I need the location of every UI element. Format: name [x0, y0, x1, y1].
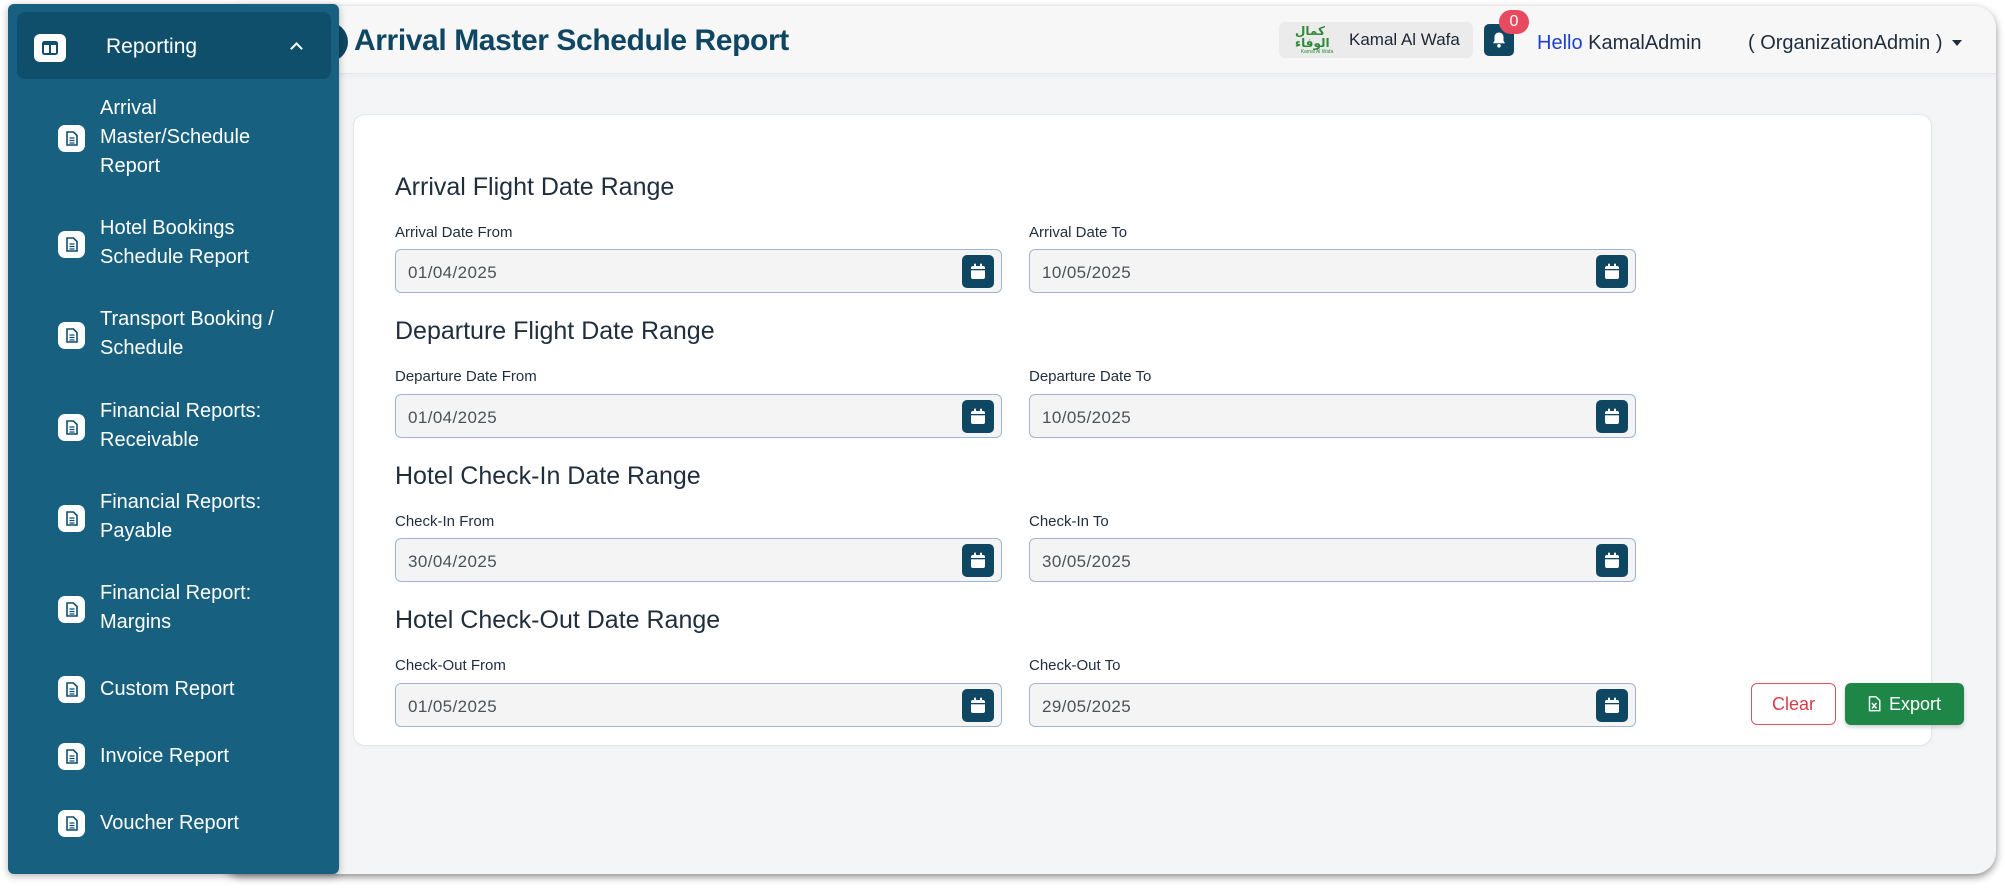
calendar-icon	[971, 408, 985, 424]
calendar-icon	[1605, 263, 1619, 279]
departure-to-input[interactable]: 10/05/2025	[1029, 394, 1636, 438]
organization-name: Kamal Al Wafa	[1349, 30, 1460, 49]
report-section-icon	[34, 34, 66, 62]
sidebar-item-arrival-master-schedule-report[interactable]: Arrival Master/Schedule Report	[8, 94, 339, 184]
caret-down-icon[interactable]	[1952, 40, 1962, 46]
checkout-from-calendar-button[interactable]	[962, 689, 994, 722]
checkout-to-label: Check-Out To	[1029, 657, 1121, 674]
checkin-to-input[interactable]: 30/05/2025	[1029, 538, 1636, 582]
user-role-dropdown[interactable]: ( OrganizationAdmin )	[1748, 32, 1943, 55]
sidebar-item-label: Invoice Report	[100, 745, 229, 767]
calendar-icon	[971, 552, 985, 568]
clear-button[interactable]: Clear	[1751, 683, 1836, 725]
document-icon	[58, 125, 85, 152]
checkin-from-input[interactable]: 30/04/2025	[395, 538, 1002, 582]
checkout-to-calendar-button[interactable]	[1596, 689, 1628, 722]
document-icon	[58, 810, 85, 837]
bell-icon	[1493, 32, 1505, 48]
departure-to-value: 10/05/2025	[1042, 408, 1132, 427]
organization-logo-subtext: Kamal Al Wafa	[1300, 49, 1334, 55]
sidebar-item-label: Financial Reports: Payable	[100, 491, 262, 542]
export-button[interactable]: Export	[1845, 683, 1964, 725]
calendar-icon	[1605, 697, 1619, 713]
organization-chip[interactable]: كمال الوفاء Kamal Al Wafa Kamal Al Wafa	[1279, 22, 1473, 58]
sidebar-item-label: Transport Booking / Schedule	[100, 308, 274, 359]
departure-to-calendar-button[interactable]	[1596, 400, 1628, 433]
excel-file-icon	[1868, 696, 1881, 712]
user-greeting: Hello KamalAdmin	[1537, 32, 1702, 55]
report-filter-card: Arrival Flight Date Range Arrival Date F…	[353, 114, 1964, 746]
username: KamalAdmin	[1588, 32, 1702, 54]
sidebar-item-financial-reports-payable[interactable]: Financial Reports: Payable	[8, 488, 339, 548]
sidebar-item-hotel-bookings-schedule-report[interactable]: Hotel Bookings Schedule Report	[8, 214, 339, 274]
calendar-icon	[1605, 552, 1619, 568]
departure-from-calendar-button[interactable]	[962, 400, 994, 433]
checkout-to-value: 29/05/2025	[1042, 697, 1132, 716]
arrival-from-label: Arrival Date From	[395, 224, 513, 241]
arrival-section-title: Arrival Flight Date Range	[395, 173, 675, 201]
arrival-to-input[interactable]: 10/05/2025	[1029, 249, 1636, 293]
checkin-to-value: 30/05/2025	[1042, 552, 1132, 571]
checkin-from-label: Check-In From	[395, 513, 495, 530]
sidebar-item-voucher-report[interactable]: Voucher Report	[8, 804, 339, 844]
sidebar-item-label: Arrival Master/Schedule Report	[100, 97, 251, 177]
checkin-from-calendar-button[interactable]	[962, 544, 994, 577]
organization-logo: كمال الوفاء Kamal Al Wafa	[1295, 24, 1339, 55]
checkin-from-value: 30/04/2025	[408, 552, 498, 571]
sidebar-section-label: Reporting	[106, 35, 198, 58]
document-icon	[58, 676, 85, 703]
document-icon	[58, 743, 85, 770]
document-icon	[58, 322, 85, 349]
organization-logo-arabic: كمال الوفاء	[1295, 24, 1330, 50]
main-panel: Arrival Master Schedule Report كمال الوف…	[220, 6, 1996, 874]
sidebar: Reporting Arrival Master/Schedule Report…	[8, 4, 339, 874]
notification-count-badge: 0	[1499, 10, 1529, 34]
document-icon	[58, 505, 85, 532]
arrival-to-calendar-button[interactable]	[1596, 255, 1628, 288]
arrival-to-value: 10/05/2025	[1042, 263, 1132, 282]
sidebar-item-label: Financial Reports: Receivable	[100, 400, 262, 451]
app-root: Arrival Master Schedule Report كمال الوف…	[0, 0, 2005, 889]
sidebar-item-transport-booking-schedule[interactable]: Transport Booking / Schedule	[8, 305, 339, 365]
checkout-to-input[interactable]: 29/05/2025	[1029, 683, 1636, 727]
greeting-word: Hello	[1537, 32, 1583, 54]
sidebar-item-label: Custom Report	[100, 678, 235, 700]
checkout-section-title: Hotel Check-Out Date Range	[395, 606, 721, 634]
document-icon	[58, 231, 85, 258]
arrival-from-value: 01/04/2025	[408, 263, 498, 282]
checkin-to-calendar-button[interactable]	[1596, 544, 1628, 577]
departure-from-value: 01/04/2025	[408, 408, 498, 427]
sidebar-item-financial-reports-receivable[interactable]: Financial Reports: Receivable	[8, 397, 339, 457]
sidebar-item-financial-report-margins[interactable]: Financial Report: Margins	[8, 579, 339, 639]
checkin-section-title: Hotel Check-In Date Range	[395, 462, 701, 490]
departure-to-label: Departure Date To	[1029, 368, 1152, 385]
arrival-to-label: Arrival Date To	[1029, 224, 1128, 241]
sidebar-item-custom-report[interactable]: Custom Report	[8, 670, 339, 710]
sidebar-item-label: Voucher Report	[100, 812, 239, 834]
checkout-from-input[interactable]: 01/05/2025	[395, 683, 1002, 727]
departure-section-title: Departure Flight Date Range	[395, 317, 715, 345]
sidebar-item-label: Hotel Bookings Schedule Report	[100, 217, 249, 268]
sidebar-section-reporting[interactable]: Reporting	[17, 12, 331, 79]
document-icon	[58, 414, 85, 441]
calendar-icon	[971, 263, 985, 279]
page-title: Arrival Master Schedule Report	[354, 24, 789, 57]
checkin-to-label: Check-In To	[1029, 513, 1109, 530]
arrival-from-input[interactable]: 01/04/2025	[395, 249, 1002, 293]
departure-from-input[interactable]: 01/04/2025	[395, 394, 1002, 438]
sidebar-item-invoice-report[interactable]: Invoice Report	[8, 737, 339, 777]
checkout-from-value: 01/05/2025	[408, 697, 498, 716]
chevron-up-icon[interactable]	[290, 42, 303, 55]
departure-from-label: Departure Date From	[395, 368, 537, 385]
top-bar: Arrival Master Schedule Report كمال الوف…	[220, 6, 1996, 74]
checkout-from-label: Check-Out From	[395, 657, 506, 674]
sidebar-item-label: Financial Report: Margins	[100, 582, 252, 633]
calendar-icon	[971, 697, 985, 713]
arrival-from-calendar-button[interactable]	[962, 255, 994, 288]
export-label: Export	[1888, 693, 1942, 714]
calendar-icon	[1605, 408, 1619, 424]
document-icon	[58, 596, 85, 623]
